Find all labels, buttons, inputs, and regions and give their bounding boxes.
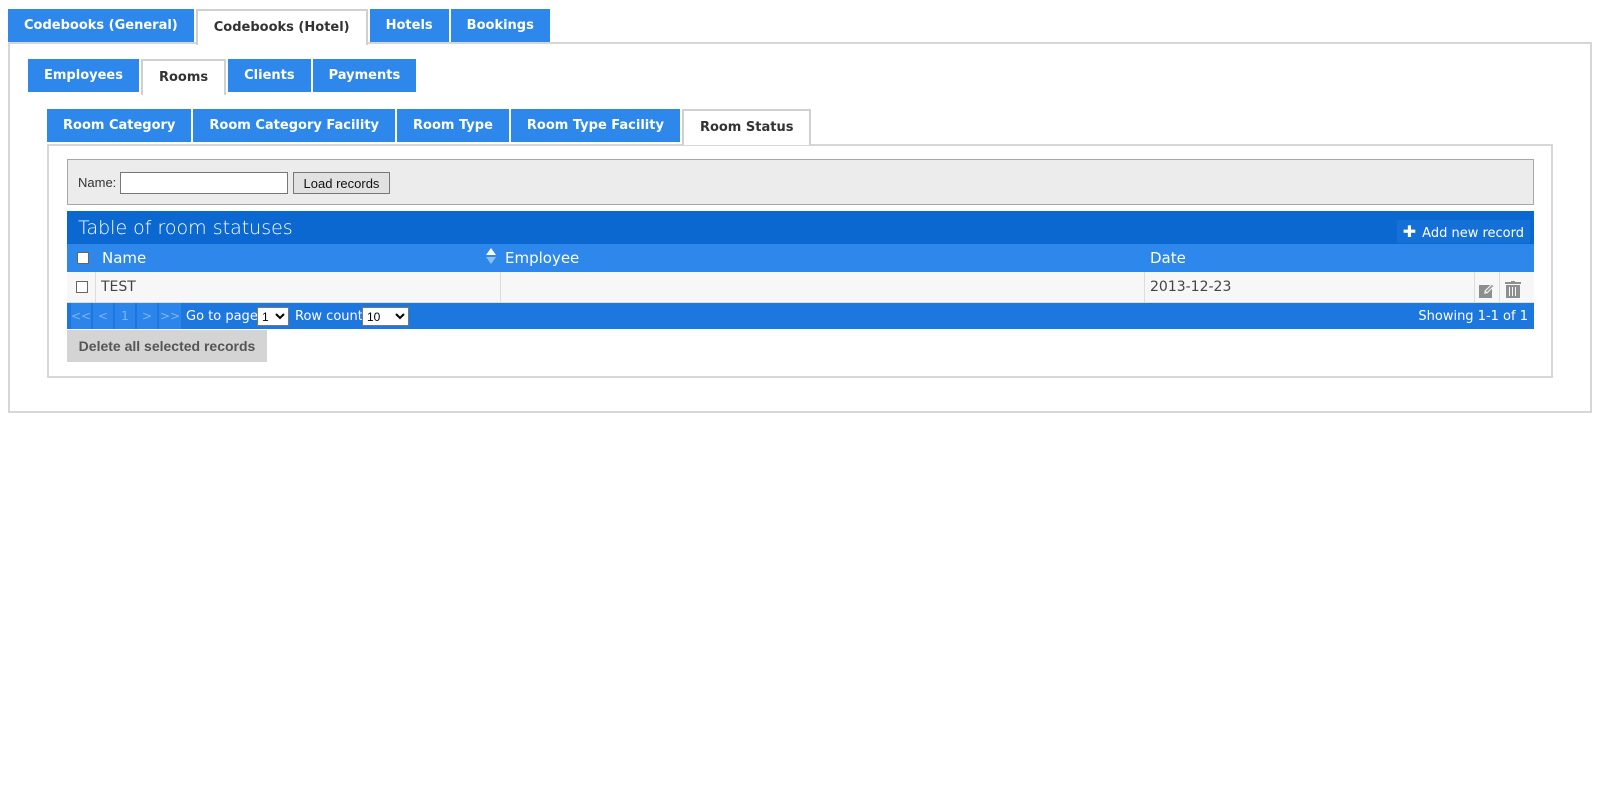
column-header-name[interactable]: Name <box>102 249 146 267</box>
table-column-headers: Name Employee Date <box>67 244 1534 272</box>
name-label: Name: <box>78 175 117 190</box>
table-title: Table of room statuses <box>78 217 293 239</box>
column-header-date[interactable]: Date <box>1150 249 1186 267</box>
first-page-button[interactable]: << <box>71 303 91 329</box>
second-tabbar: Employees Rooms Clients Payments <box>28 59 418 95</box>
table-row: TEST 2013-12-23 <box>67 272 1534 303</box>
add-new-record-label: Add new record <box>1422 226 1524 241</box>
tab-codebooks-hotel[interactable]: Codebooks (Hotel) <box>195 9 368 45</box>
top-tabbar: Codebooks (General) Codebooks (Hotel) Ho… <box>8 9 552 45</box>
delete-all-selected-button[interactable]: Delete all selected records <box>67 330 267 362</box>
row-checkbox[interactable] <box>76 281 88 293</box>
tab-room-type-facility[interactable]: Room Type Facility <box>510 109 680 142</box>
tab-employees[interactable]: Employees <box>28 59 139 92</box>
cell-date: 2013-12-23 <box>1144 272 1474 302</box>
tab-payments[interactable]: Payments <box>312 59 417 92</box>
tab-clients[interactable]: Clients <box>228 59 311 92</box>
last-page-button[interactable]: >> <box>159 303 181 329</box>
tab-codebooks-general[interactable]: Codebooks (General) <box>8 9 194 42</box>
cell-employee <box>500 272 1124 302</box>
tab-room-status[interactable]: Room Status <box>681 109 812 145</box>
column-header-employee[interactable]: Employee <box>505 249 579 267</box>
tab-room-category[interactable]: Room Category <box>47 109 192 142</box>
tab-room-category-facility[interactable]: Room Category Facility <box>193 109 396 142</box>
edit-cell <box>1474 272 1499 302</box>
row-count-select[interactable]: 10 <box>362 307 409 326</box>
tab-room-type[interactable]: Room Type <box>397 109 509 142</box>
goto-page-label: Go to page: <box>186 309 263 324</box>
goto-page-select[interactable]: 1 <box>257 307 289 326</box>
third-tabbar: Room Category Room Category Facility Roo… <box>47 109 813 145</box>
tab-hotels[interactable]: Hotels <box>369 9 449 42</box>
add-new-record-button[interactable]: ✚ Add new record <box>1396 220 1530 243</box>
filter-bar: Name: Load records <box>67 159 1534 205</box>
prev-page-button[interactable]: < <box>93 303 113 329</box>
pager-bar: << < 1 > >> Go to page: 1 Row count: 10 … <box>67 303 1534 329</box>
load-records-button[interactable]: Load records <box>293 172 390 194</box>
sort-icon[interactable] <box>485 246 497 268</box>
table-header-bar: Table of room statuses ✚ Add new record <box>67 211 1534 244</box>
showing-count: Showing 1-1 of 1 <box>1418 309 1528 324</box>
delete-cell <box>1499 272 1534 302</box>
next-page-button[interactable]: > <box>137 303 157 329</box>
plus-icon: ✚ <box>1402 222 1417 241</box>
current-page-button[interactable]: 1 <box>115 303 135 329</box>
tab-bookings[interactable]: Bookings <box>450 9 550 42</box>
cell-name: TEST <box>95 272 500 302</box>
name-input[interactable] <box>120 172 288 194</box>
select-all-checkbox[interactable] <box>77 252 89 264</box>
tab-rooms[interactable]: Rooms <box>140 59 227 95</box>
row-count-label: Row count: <box>295 309 368 324</box>
